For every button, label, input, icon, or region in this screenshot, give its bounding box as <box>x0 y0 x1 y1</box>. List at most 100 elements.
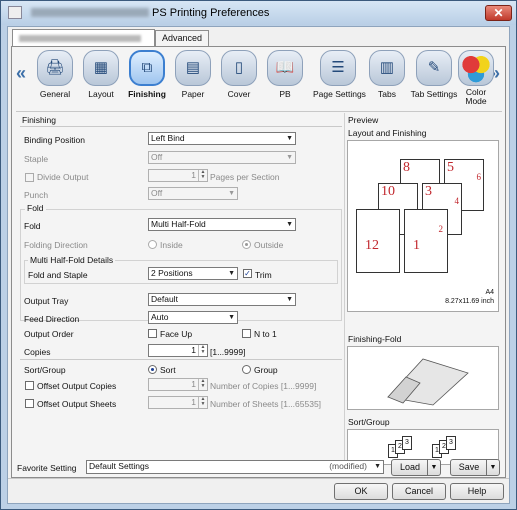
page-number: 5 <box>447 160 454 175</box>
toolbar-cover[interactable]: ▯ Cover <box>216 50 262 108</box>
chevron-down-icon[interactable]: ▼ <box>486 460 499 475</box>
save-button[interactable]: Save ▼ <box>450 459 500 476</box>
chevron-down-icon[interactable]: ▼ <box>427 460 440 475</box>
output-tray-label: Output Tray <box>24 296 69 306</box>
tabs-icon: ▥ <box>369 50 405 86</box>
toolbar-paper[interactable]: ▤ Paper <box>170 50 216 108</box>
face-up-checkbox[interactable] <box>148 329 157 338</box>
ok-button[interactable]: OK <box>334 483 388 500</box>
tab-printer-settings[interactable] <box>12 29 155 46</box>
tab-advanced[interactable]: Advanced <box>155 30 210 46</box>
toolbar-finishing[interactable]: ⧉ Finishing <box>124 50 170 108</box>
favorite-setting-value: Default Settings <box>89 461 150 471</box>
stepper-arrows-icon: ▲ ▼ <box>198 379 207 390</box>
toolbar-divider <box>16 111 502 112</box>
chevron-down-icon: ▼ <box>228 314 235 321</box>
offset-output-sheets-checkbox[interactable] <box>25 399 34 408</box>
copies-stepper[interactable]: 1 ▲ ▼ <box>148 344 208 357</box>
outside-label: Outside <box>254 240 284 250</box>
chevron-down-icon: ▼ <box>286 135 293 142</box>
output-order-label: Output Order <box>24 329 74 339</box>
toolbar-tab-settings[interactable]: ✎ Tab Settings <box>409 50 459 108</box>
cancel-button[interactable]: Cancel <box>392 483 446 500</box>
offset-copies-stepper[interactable]: 1 ▲ ▼ <box>148 378 208 391</box>
toolbar-page-settings-label: Page Settings <box>313 89 366 99</box>
finishing-fold-label: Finishing-Fold <box>348 334 402 344</box>
window-title: PS Printing Preferences <box>152 7 270 19</box>
fold-select[interactable]: Multi Half-Fold ▼ <box>148 218 296 231</box>
sheet-number: 3 <box>449 439 453 446</box>
toolbar-tab-settings-label: Tab Settings <box>410 89 458 99</box>
page-number: 8 <box>403 160 410 175</box>
toolbar-page-settings[interactable]: ☰ Page Settings <box>313 50 366 108</box>
general-icon: 🖨 <box>37 50 73 86</box>
cover-icon: ▯ <box>221 50 257 86</box>
dialog-body: Advanced « » 🖨 General ▦ Layout ⧉ Finish… <box>7 26 510 504</box>
sort-group-label: Sort/Group <box>24 365 66 375</box>
group-radio[interactable] <box>242 365 251 374</box>
layout-preview: 8 56 10 34 12 12 A4 8.27x11.69 inch <box>347 140 499 312</box>
tab-panel: « » 🖨 General ▦ Layout ⧉ Finishing ▤ Pap… <box>11 46 506 478</box>
page-number: 2 <box>438 224 444 234</box>
toolbar-general[interactable]: 🖨 General <box>32 50 78 108</box>
page-number: 4 <box>454 196 460 206</box>
page-number: 1 <box>413 238 420 253</box>
punch-value: Off <box>151 188 163 198</box>
n-to-1-checkbox[interactable] <box>242 329 251 338</box>
offset-output-copies-checkbox[interactable] <box>25 381 34 390</box>
scroll-left-arrow-icon[interactable]: « <box>16 63 26 84</box>
inside-radio[interactable] <box>148 240 157 249</box>
close-button[interactable]: ✕ <box>485 5 512 21</box>
help-button[interactable]: Help <box>450 483 504 500</box>
sort-radio[interactable] <box>148 365 157 374</box>
toolbar-pb[interactable]: 📖 PB <box>262 50 308 108</box>
load-label: Load <box>399 462 421 472</box>
divide-output-label: Divide Output <box>37 172 89 182</box>
inside-label: Inside <box>160 240 183 250</box>
offset-sheets-stepper[interactable]: 1 ▲ ▼ <box>148 396 208 409</box>
stepper-arrows-icon: ▲ ▼ <box>198 345 207 356</box>
trim-checkbox[interactable]: ✓ <box>243 269 252 278</box>
stepper-arrows-icon: ▲ ▼ <box>198 170 207 181</box>
toolbar-cover-label: Cover <box>227 89 251 99</box>
toolbar-color-mode[interactable]: Color Mode <box>453 50 499 108</box>
favorite-setting-select[interactable]: Default Settings (modified) ▼ <box>86 460 384 474</box>
layout-finishing-label: Layout and Finishing <box>348 128 427 138</box>
offset-sheets-value: 1 <box>191 397 196 407</box>
toolbar-general-label: General <box>39 89 71 99</box>
chevron-down-icon: ▼ <box>286 296 293 303</box>
trim-label: Trim <box>255 270 272 280</box>
copies-label: Copies <box>24 347 51 357</box>
bottom-divider <box>8 478 509 479</box>
binding-position-value: Left Bind <box>151 133 185 143</box>
staple-value: Off <box>151 152 163 162</box>
punch-select[interactable]: Off ▼ <box>148 187 238 200</box>
feed-direction-label: Feed Direction <box>24 314 80 324</box>
toolbar-layout-label: Layout <box>88 89 114 99</box>
toolbar-layout[interactable]: ▦ Layout <box>78 50 124 108</box>
fold-and-staple-select[interactable]: 2 Positions ▼ <box>148 267 238 280</box>
toolbar-paper-label: Paper <box>181 89 205 99</box>
load-button[interactable]: Load ▼ <box>391 459 441 476</box>
fold-and-staple-value: 2 Positions <box>151 268 193 278</box>
finishing-icon: ⧉ <box>129 50 165 86</box>
copies-value: 1 <box>191 345 196 355</box>
staple-select[interactable]: Off ▼ <box>148 151 296 164</box>
divide-output-stepper[interactable]: 1 ▲ ▼ <box>148 169 208 182</box>
staple-label: Staple <box>24 154 49 164</box>
offset-output-sheets-label: Offset Output Sheets <box>37 399 117 409</box>
divide-output-checkbox[interactable] <box>25 173 34 182</box>
preview-page: 12 <box>356 209 400 273</box>
toolbar-tabs[interactable]: ▥ Tabs <box>364 50 410 108</box>
modified-indicator: (modified) <box>329 461 367 471</box>
output-tray-select[interactable]: Default ▼ <box>148 293 296 306</box>
fold-preview <box>347 346 499 410</box>
preview-page: 12 <box>404 209 448 273</box>
save-label: Save <box>458 462 480 472</box>
feed-direction-select[interactable]: Auto ▼ <box>148 311 238 324</box>
outside-radio[interactable] <box>242 240 251 249</box>
stepper-arrows-icon: ▲ ▼ <box>198 397 207 408</box>
offset-sheets-unit: Number of Sheets [1...65535] <box>210 399 322 409</box>
preview-header: Preview <box>348 115 379 125</box>
binding-position-select[interactable]: Left Bind ▼ <box>148 132 296 145</box>
